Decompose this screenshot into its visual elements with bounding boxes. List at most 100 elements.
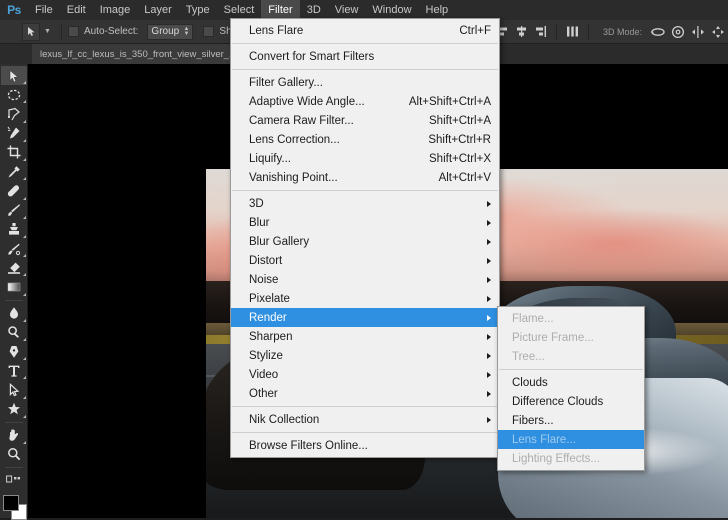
menu-item-browse-filters-online[interactable]: Browse Filters Online... bbox=[231, 436, 499, 455]
eraser-tool-button[interactable] bbox=[1, 258, 27, 277]
options-divider-3 bbox=[587, 23, 589, 40]
clone-stamp-tool-button[interactable] bbox=[1, 220, 27, 239]
menu-item-filter-gallery[interactable]: Filter Gallery... bbox=[231, 73, 499, 92]
distribute-horizontally-icon[interactable] bbox=[565, 24, 580, 39]
document-tab[interactable]: lexus_lf_cc_lexus_is_350_front_view_silv… bbox=[32, 44, 260, 64]
menu-item-shortcut: Alt+Shift+Ctrl+A bbox=[408, 95, 491, 108]
slide-3d-object-icon[interactable] bbox=[710, 24, 726, 40]
menu-item-vanishing-point[interactable]: Vanishing Point... Alt+Ctrl+V bbox=[231, 168, 499, 187]
render-submenu[interactable]: Flame... Picture Frame... Tree... Clouds Dif… bbox=[497, 306, 645, 471]
menu-item-blur-gallery[interactable]: Blur Gallery bbox=[231, 232, 499, 251]
submenu-arrow-icon bbox=[487, 257, 491, 264]
menu-bar-item-filter[interactable]: Filter bbox=[261, 0, 300, 20]
menu-bar-item-help[interactable]: Help bbox=[419, 0, 456, 20]
elliptical-marquee-tool-button[interactable] bbox=[1, 85, 27, 104]
menu-bar-item-window[interactable]: Window bbox=[365, 0, 418, 20]
menu-item-label: Pixelate bbox=[249, 292, 290, 305]
history-brush-tool-button[interactable] bbox=[1, 239, 27, 258]
horizontal-type-tool-button[interactable] bbox=[1, 361, 27, 380]
drag-3d-object-icon[interactable] bbox=[690, 24, 706, 40]
menu-item-video[interactable]: Video bbox=[231, 365, 499, 384]
menu-bar-item-file[interactable]: File bbox=[28, 0, 60, 20]
menu-item-label: Lens Correction... bbox=[249, 133, 340, 146]
blur-tool-button[interactable] bbox=[1, 303, 27, 322]
menu-item-difference-clouds[interactable]: Difference Clouds bbox=[498, 392, 644, 411]
menu-item-adaptive-wide-angle[interactable]: Adaptive Wide Angle... Alt+Shift+Ctrl+A bbox=[231, 92, 499, 111]
menu-bar-item-view[interactable]: View bbox=[328, 0, 366, 20]
menu-item-nik-collection[interactable]: Nik Collection bbox=[231, 410, 499, 429]
eyedropper-tool-button[interactable] bbox=[1, 162, 27, 181]
auto-select-scope-dropdown[interactable]: Group ▲ ▼ bbox=[147, 23, 194, 40]
menu-item-shortcut: Shift+Ctrl+X bbox=[429, 152, 491, 165]
menu-item-label: Liquify... bbox=[249, 152, 291, 165]
custom-shape-tool-button[interactable] bbox=[1, 400, 27, 419]
quick-selection-tool-button[interactable] bbox=[1, 124, 27, 143]
menu-item-blur[interactable]: Blur bbox=[231, 213, 499, 232]
menu-item-distort[interactable]: Distort bbox=[231, 251, 499, 270]
hand-tool-button[interactable] bbox=[1, 426, 27, 445]
menu-bar-item-edit[interactable]: Edit bbox=[60, 0, 93, 20]
menu-item-lens-flare[interactable]: Lens Flare... bbox=[498, 430, 644, 449]
brush-tool-button[interactable] bbox=[1, 201, 27, 220]
menu-item-pixelate[interactable]: Pixelate bbox=[231, 289, 499, 308]
move-tool-icon[interactable] bbox=[22, 22, 40, 41]
filter-menu[interactable]: Lens Flare Ctrl+F Convert for Smart Filter… bbox=[230, 18, 500, 458]
pen-tool-button[interactable] bbox=[1, 342, 27, 361]
align-right-edges-icon[interactable] bbox=[533, 24, 548, 39]
submenu-arrow-icon bbox=[487, 200, 491, 207]
menu-item-picture-frame[interactable]: Picture Frame... bbox=[498, 328, 644, 347]
menu-item-flame[interactable]: Flame... bbox=[498, 309, 644, 328]
menu-separator bbox=[232, 43, 498, 44]
edit-toolbar-button[interactable] bbox=[1, 471, 27, 490]
menu-bar-item-layer[interactable]: Layer bbox=[137, 0, 179, 20]
menu-bar: Ps File Edit Image Layer Type Select Filter 3D V… bbox=[0, 0, 728, 20]
gradient-tool-button[interactable] bbox=[1, 277, 27, 296]
submenu-arrow-icon bbox=[487, 352, 491, 359]
color-swatches[interactable] bbox=[1, 493, 27, 520]
dodge-tool-button[interactable] bbox=[1, 323, 27, 342]
spot-healing-brush-tool-button[interactable] bbox=[1, 181, 27, 200]
auto-select-scope-value: Group bbox=[151, 26, 180, 37]
tools-divider bbox=[4, 299, 23, 301]
move-tool-button[interactable] bbox=[0, 66, 27, 86]
rotate-3d-object-icon[interactable] bbox=[650, 24, 666, 40]
menu-item-camera-raw-filter[interactable]: Camera Raw Filter... Shift+Ctrl+A bbox=[231, 111, 499, 130]
menu-item-label: Noise bbox=[249, 273, 279, 286]
menu-item-fibers[interactable]: Fibers... bbox=[498, 411, 644, 430]
foreground-color-swatch[interactable] bbox=[2, 495, 19, 512]
menu-item-label: Distort bbox=[249, 254, 283, 267]
polygonal-lasso-tool-button[interactable] bbox=[1, 104, 27, 123]
menu-separator bbox=[232, 432, 498, 433]
menu-item-tree[interactable]: Tree... bbox=[498, 347, 644, 366]
menu-item-lighting-effects[interactable]: Lighting Effects... bbox=[498, 449, 644, 468]
menu-bar-item-type[interactable]: Type bbox=[179, 0, 217, 20]
menu-bar-item-image[interactable]: Image bbox=[93, 0, 138, 20]
menu-item-label: Nik Collection bbox=[249, 413, 320, 426]
menu-item-sharpen[interactable]: Sharpen bbox=[231, 327, 499, 346]
menu-item-stylize[interactable]: Stylize bbox=[231, 346, 499, 365]
menu-bar-item-3d[interactable]: 3D bbox=[300, 0, 328, 20]
menu-item-other[interactable]: Other bbox=[231, 384, 499, 403]
align-horizontal-centers-icon[interactable] bbox=[514, 24, 529, 39]
menu-item-clouds[interactable]: Clouds bbox=[498, 373, 644, 392]
menu-item-lens-flare[interactable]: Lens Flare Ctrl+F bbox=[231, 21, 499, 40]
menu-item-label: Browse Filters Online... bbox=[249, 439, 368, 452]
tool-preset-chevron-down-icon[interactable]: ▼ bbox=[44, 28, 51, 35]
menu-item-liquify[interactable]: Liquify... Shift+Ctrl+X bbox=[231, 149, 499, 168]
menu-item-3d[interactable]: 3D bbox=[231, 194, 499, 213]
roll-3d-object-icon[interactable] bbox=[670, 24, 686, 40]
show-transform-checkbox[interactable] bbox=[203, 26, 215, 37]
menu-bar-item-select[interactable]: Select bbox=[217, 0, 262, 20]
zoom-tool-button[interactable] bbox=[1, 445, 27, 464]
auto-select-checkbox[interactable] bbox=[67, 26, 79, 37]
menu-item-lens-correction[interactable]: Lens Correction... Shift+Ctrl+R bbox=[231, 130, 499, 149]
menu-item-noise[interactable]: Noise bbox=[231, 270, 499, 289]
menu-item-render[interactable]: Render bbox=[231, 308, 499, 327]
menu-item-shortcut: Shift+Ctrl+R bbox=[428, 133, 491, 146]
menu-item-label: Adaptive Wide Angle... bbox=[249, 95, 365, 108]
menu-item-label: Blur bbox=[249, 216, 270, 229]
path-selection-tool-button[interactable] bbox=[1, 380, 27, 399]
crop-tool-button[interactable] bbox=[1, 143, 27, 162]
menu-item-shortcut: Ctrl+F bbox=[459, 24, 491, 37]
menu-item-convert-for-smart-filters[interactable]: Convert for Smart Filters bbox=[231, 47, 499, 66]
